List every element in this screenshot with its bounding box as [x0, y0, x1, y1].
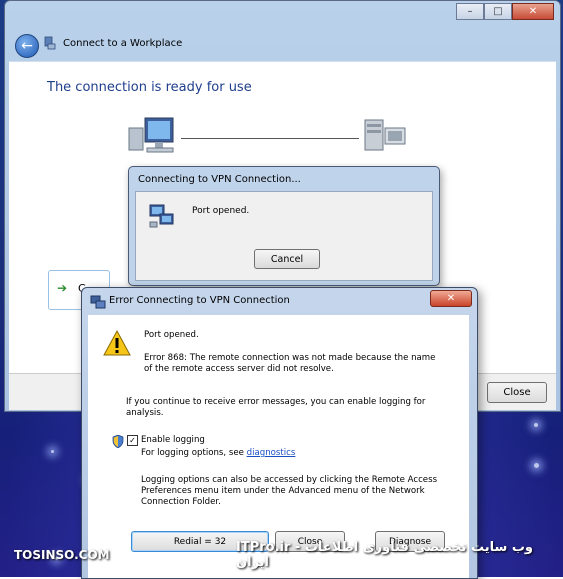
error-dialog-title: Error Connecting to VPN Connection [109, 295, 290, 306]
server-icon [364, 119, 406, 151]
error-dialog-body: Port opened. Error 868: The remote conne… [88, 315, 469, 578]
page-heading: The connection is ready for use [47, 80, 252, 95]
window-close-button[interactable]: ✕ [512, 3, 554, 20]
computer-icon [128, 117, 174, 153]
connection-line [181, 138, 359, 139]
connecting-dialog-title: Connecting to VPN Connection... [138, 174, 301, 185]
enable-logging-label: Enable logging [141, 435, 205, 445]
error-dialog-close-button[interactable]: ✕ [430, 290, 472, 307]
logging-options-label: For logging options, see [141, 448, 244, 458]
diagnostics-link[interactable]: diagnostics [247, 448, 296, 458]
watermark-right: ITPro.ir - وب سایت تخصصی فناوری اطلاعات … [236, 540, 533, 570]
light-glow [534, 463, 539, 468]
wizard-title: Connect to a Workplace [63, 38, 183, 49]
back-button[interactable]: ← [15, 34, 39, 58]
connecting-dialog: Connecting to VPN Connection... Port ope… [128, 166, 440, 286]
light-glow [51, 450, 54, 453]
network-connection-icon [90, 295, 106, 309]
error-message: Error 868: The remote connection was not… [144, 353, 436, 374]
light-glow [534, 423, 538, 427]
logging-info-text: Logging options can also be accessed by … [141, 475, 438, 507]
close-button[interactable]: Close [487, 382, 547, 403]
error-dialog: Error Connecting to VPN Connection ✕ Por… [81, 287, 478, 579]
network-connection-icon [149, 204, 174, 228]
connecting-status: Port opened. [192, 206, 250, 216]
logging-options-text: For logging options, see diagnostics [141, 448, 295, 459]
maximize-button[interactable]: □ [484, 3, 512, 20]
window-controls: – □ ✕ [456, 3, 554, 20]
warning-icon [103, 329, 131, 356]
cancel-button[interactable]: Cancel [254, 249, 320, 269]
arrow-right-icon: ➔ [57, 281, 68, 295]
minimize-button[interactable]: – [456, 3, 484, 20]
network-wizard-icon [44, 36, 56, 50]
watermark-left: TOSINSO.COM [14, 548, 110, 562]
logging-message: If you continue to receive error message… [126, 397, 426, 418]
shield-icon [112, 435, 124, 448]
enable-logging-checkbox[interactable]: ✓ [127, 435, 138, 446]
port-status: Port opened. [144, 330, 199, 340]
connecting-dialog-body: Port opened. Cancel [135, 191, 433, 281]
